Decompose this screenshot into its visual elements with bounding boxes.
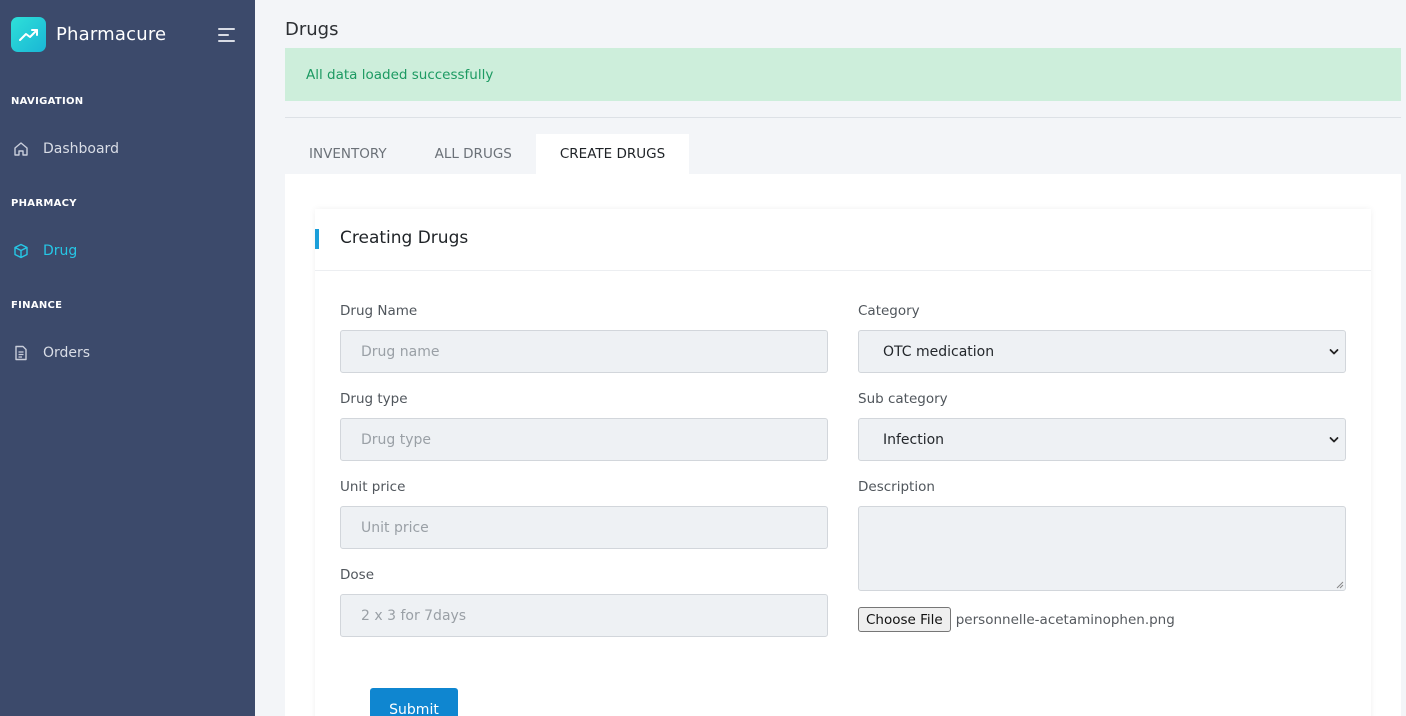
box-icon	[11, 241, 31, 261]
divider	[285, 117, 1401, 118]
category-label: Category	[858, 303, 920, 319]
selected-file-name: personnelle-acetaminophen.png	[955, 611, 1175, 628]
brand[interactable]: Pharmacure	[11, 17, 166, 52]
tab-create-drugs[interactable]: CREATE DRUGS	[535, 134, 690, 174]
tab-all-drugs[interactable]: ALL DRUGS	[411, 134, 536, 174]
menu-toggle-icon[interactable]	[218, 28, 235, 42]
chevron-down-icon	[1329, 437, 1339, 443]
tab-bar: INVENTORY ALL DRUGS CREATE DRUGS	[285, 134, 690, 174]
home-icon	[11, 139, 31, 159]
description-textarea[interactable]	[858, 506, 1346, 591]
resize-handle-icon[interactable]	[1335, 580, 1344, 589]
section-title-pharmacy: PHARMACY	[11, 198, 77, 209]
card-accent-bar	[315, 229, 319, 249]
section-title-finance: FINANCE	[11, 300, 63, 311]
drug-name-input[interactable]	[340, 330, 828, 373]
unit-price-input[interactable]	[340, 506, 828, 549]
sidebar-item-label: Orders	[43, 345, 91, 361]
success-alert: All data loaded successfully	[285, 48, 1401, 101]
tab-panel: Creating Drugs Drug Name Drug type Unit …	[285, 174, 1401, 716]
sidebar: Pharmacure NAVIGATION Dashboard PHARMACY…	[0, 0, 255, 716]
dose-input[interactable]	[340, 594, 828, 637]
card-header: Creating Drugs	[315, 209, 1371, 271]
choose-file-button[interactable]: Choose File	[858, 607, 951, 632]
chevron-down-icon	[1329, 349, 1339, 355]
document-icon	[11, 343, 31, 363]
file-upload: Choose File personnelle-acetaminophen.pn…	[858, 607, 1175, 632]
section-title-navigation: NAVIGATION	[11, 96, 84, 107]
submit-button[interactable]: Submit	[370, 688, 458, 716]
dose-label: Dose	[340, 567, 374, 583]
unit-price-label: Unit price	[340, 479, 406, 495]
sidebar-item-drug[interactable]: Drug	[11, 236, 243, 266]
sidebar-item-label: Drug	[43, 243, 78, 259]
sub-category-label: Sub category	[858, 391, 948, 407]
sub-category-selected-value: Infection	[883, 431, 945, 448]
category-selected-value: OTC medication	[883, 343, 995, 360]
drug-name-label: Drug Name	[340, 303, 418, 319]
card-title: Creating Drugs	[340, 228, 469, 248]
tab-inventory[interactable]: INVENTORY	[285, 134, 411, 174]
sub-category-select[interactable]: Infection	[858, 418, 1346, 461]
description-label: Description	[858, 479, 935, 495]
drug-type-input[interactable]	[340, 418, 828, 461]
alert-message: All data loaded successfully	[306, 66, 494, 83]
brand-name: Pharmacure	[56, 24, 167, 45]
sidebar-item-dashboard[interactable]: Dashboard	[11, 134, 243, 164]
category-select[interactable]: OTC medication	[858, 330, 1346, 373]
drug-type-label: Drug type	[340, 391, 408, 407]
trending-up-icon	[11, 17, 46, 52]
page-title: Drugs	[285, 19, 339, 40]
sidebar-item-orders[interactable]: Orders	[11, 338, 243, 368]
create-drug-card: Creating Drugs Drug Name Drug type Unit …	[315, 209, 1371, 716]
sidebar-item-label: Dashboard	[43, 141, 119, 157]
